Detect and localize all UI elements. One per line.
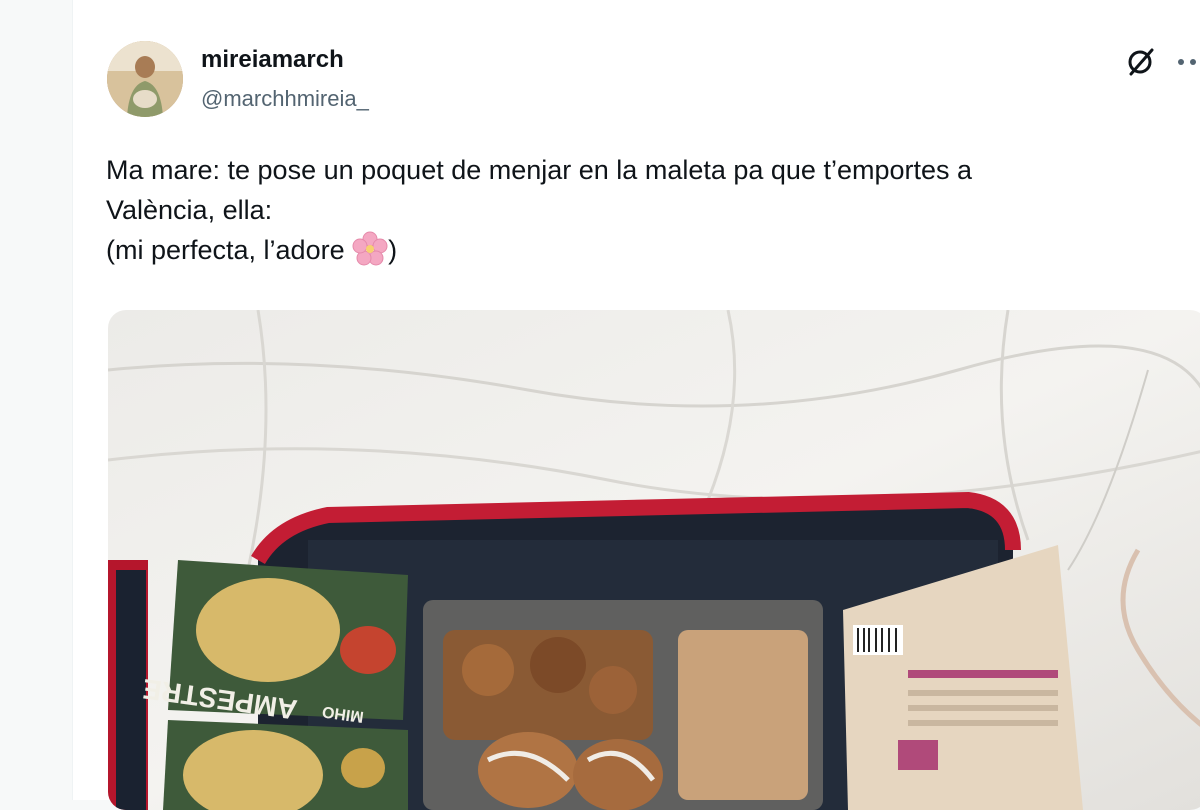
more-options-icon[interactable]	[1173, 46, 1200, 78]
grok-icon[interactable]	[1125, 46, 1157, 78]
tweet-text-line1: Ma mare: te pose un poquet de menjar en …	[106, 155, 973, 185]
suitcase-photo: AMPESTRE MIHO	[108, 310, 1200, 810]
cherry-blossom-icon	[352, 231, 388, 267]
left-gutter	[0, 0, 73, 800]
tweet-photo[interactable]: AMPESTRE MIHO	[108, 310, 1200, 810]
avatar-image	[107, 41, 183, 117]
top-strip	[73, 0, 1200, 28]
tweet-card[interactable]: mireiamarch @marchhmireia_ Ma mare: te p…	[73, 0, 1200, 810]
avatar[interactable]	[107, 41, 183, 117]
tweet-text-line2: València, ella:	[106, 195, 273, 225]
tweet-text-line3-end: )	[388, 235, 398, 265]
tweet-text: Ma mare: te pose un poquet de menjar en …	[106, 150, 1200, 270]
tweet-text-line3: (mi perfecta, l’adore	[106, 235, 353, 265]
author-display-name[interactable]: mireiamarch	[201, 46, 344, 74]
author-handle[interactable]: @marchhmireia_	[201, 86, 369, 112]
